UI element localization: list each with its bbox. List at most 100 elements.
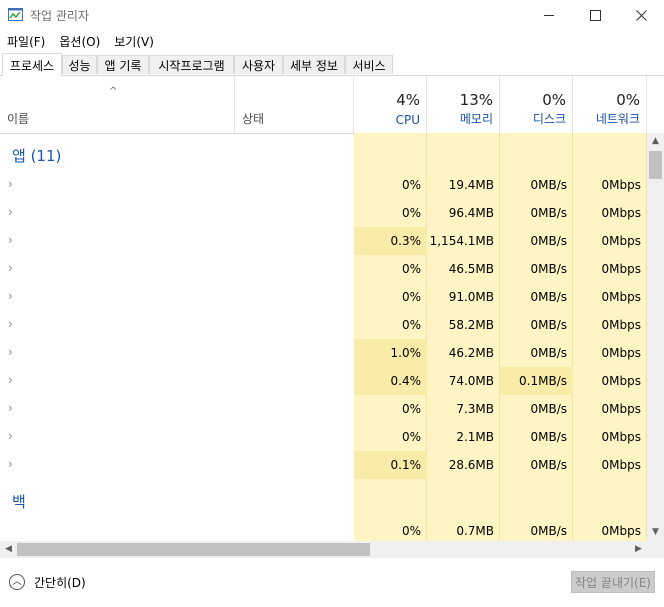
expand-chevron-icon[interactable]: › (8, 401, 13, 415)
cpu-cell: 0.4% (354, 367, 427, 395)
table-row[interactable]: › 0.1% 28.6MB 0MB/s 0Mbps (0, 451, 647, 479)
tab-strip: 프로세스 성능 앱 기록 시작프로그램 사용자 세부 정보 서비스 (0, 53, 664, 76)
network-cell: 0Mbps (601, 318, 641, 332)
scroll-up-icon[interactable]: ▲ (647, 133, 664, 150)
expand-chevron-icon[interactable]: › (8, 345, 13, 359)
tab-users[interactable]: 사용자 (234, 55, 283, 74)
disk-cell: 0.1MB/s (500, 367, 573, 395)
cpu-cell: 0% (401, 290, 421, 304)
disk-cell: 0MB/s (530, 524, 567, 538)
memory-cell: 1,154.1MB (429, 234, 494, 248)
group-header-apps[interactable]: 앱 (11) (0, 133, 647, 171)
memory-cell: 28.6MB (448, 458, 494, 472)
scroll-down-icon[interactable]: ▼ (647, 524, 664, 541)
tab-performance[interactable]: 성능 (62, 55, 97, 74)
expand-chevron-icon[interactable]: › (8, 289, 13, 303)
table-row[interactable]: › 0% 7.3MB 0MB/s 0Mbps (0, 395, 647, 423)
table-row[interactable]: › 0% 96.4MB 0MB/s 0Mbps (0, 199, 647, 227)
disk-cell: 0MB/s (530, 318, 567, 332)
column-cpu-label: CPU (395, 113, 420, 127)
table-row[interactable]: › 0% 19.4MB 0MB/s 0Mbps (0, 171, 647, 199)
network-total-percent: 0% (616, 91, 640, 109)
tab-processes[interactable]: 프로세스 (2, 53, 62, 76)
collapse-chevron-icon[interactable]: ︿ (9, 574, 25, 590)
group-label-apps: 앱 (11) (12, 147, 62, 165)
menu-view[interactable]: 보기(V) (107, 30, 161, 52)
expand-chevron-icon[interactable]: › (8, 317, 13, 331)
disk-cell: 0MB/s (530, 430, 567, 444)
column-disk[interactable]: 0% 디스크 (500, 76, 573, 133)
expand-chevron-icon[interactable]: › (8, 177, 13, 191)
tab-services[interactable]: 서비스 (345, 55, 393, 74)
footer: ︿ 간단히(D) 작업 끝내기(E) (0, 559, 664, 607)
table-row[interactable]: › 0% 46.5MB 0MB/s 0Mbps (0, 255, 647, 283)
cpu-cell: 0.3% (354, 227, 427, 255)
expand-chevron-icon[interactable]: › (8, 429, 13, 443)
table-row[interactable]: › 0% 91.0MB 0MB/s 0Mbps (0, 283, 647, 311)
column-memory[interactable]: 13% 메모리 (427, 76, 500, 133)
memory-cell: 46.5MB (448, 262, 494, 276)
scroll-right-icon[interactable]: ▶ (630, 541, 647, 558)
disk-cell: 0MB/s (530, 290, 567, 304)
disk-cell: 0MB/s (530, 262, 567, 276)
cpu-cell: 0.1% (354, 451, 427, 479)
maximize-icon (589, 9, 601, 21)
disk-cell: 0MB/s (530, 346, 567, 360)
table-row[interactable]: › 0% 58.2MB 0MB/s 0Mbps (0, 311, 647, 339)
column-memory-label: 메모리 (459, 112, 493, 126)
column-network[interactable]: 0% 네트워크 (573, 76, 647, 133)
tab-details[interactable]: 세부 정보 (283, 55, 345, 74)
cpu-total-percent: 4% (396, 91, 420, 109)
vertical-scroll-thumb[interactable] (649, 151, 662, 179)
table-row[interactable]: › 0.3% 1,154.1MB 0MB/s 0Mbps (0, 227, 647, 255)
network-cell: 0Mbps (601, 234, 641, 248)
tab-app-history[interactable]: 앱 기록 (97, 55, 149, 74)
network-cell: 0Mbps (601, 458, 641, 472)
cpu-cell: 0% (401, 430, 421, 444)
table-row[interactable]: › 1.0% 46.2MB 0MB/s 0Mbps (0, 339, 647, 367)
table-row[interactable]: › 0% 2.1MB 0MB/s 0Mbps (0, 423, 647, 451)
minimize-icon (544, 14, 554, 16)
expand-chevron-icon[interactable]: › (8, 457, 13, 471)
column-status[interactable]: 상태 (235, 76, 354, 133)
expand-chevron-icon[interactable]: › (8, 373, 13, 387)
expand-chevron-icon[interactable]: › (8, 205, 13, 219)
horizontal-scrollbar[interactable]: ◀ ▶ (0, 541, 647, 558)
horizontal-scroll-thumb[interactable] (17, 543, 370, 556)
memory-total-percent: 13% (459, 91, 493, 109)
close-button[interactable] (618, 0, 664, 30)
fewer-details-link[interactable]: 간단히(D) (34, 574, 86, 591)
disk-total-percent: 0% (542, 91, 566, 109)
memory-cell: 74.0MB (448, 374, 494, 388)
memory-cell: 58.2MB (448, 318, 494, 332)
column-name-label: 이름 (7, 112, 30, 126)
cpu-cell: 0% (401, 402, 421, 416)
disk-cell: 0MB/s (530, 458, 567, 472)
memory-cell: 0.7MB (456, 524, 494, 538)
network-cell: 0Mbps (601, 290, 641, 304)
close-icon (635, 9, 647, 21)
disk-cell: 0MB/s (530, 234, 567, 248)
column-name[interactable]: ^ 이름 (0, 76, 235, 133)
minimize-button[interactable] (526, 0, 572, 30)
end-task-button[interactable]: 작업 끝내기(E) (571, 571, 655, 593)
disk-cell: 0MB/s (530, 178, 567, 192)
maximize-button[interactable] (572, 0, 618, 30)
scroll-left-icon[interactable]: ◀ (0, 541, 17, 558)
table-row[interactable]: › 0.4% 74.0MB 0.1MB/s 0Mbps (0, 367, 647, 395)
menu-options[interactable]: 옵션(O) (52, 30, 107, 52)
memory-cell: 91.0MB (448, 290, 494, 304)
network-cell: 0Mbps (601, 374, 641, 388)
menu-file[interactable]: 파일(F) (0, 30, 52, 52)
disk-cell: 0MB/s (530, 206, 567, 220)
vertical-scrollbar[interactable]: ▲ ▼ (647, 133, 664, 541)
column-network-label: 네트워크 (595, 112, 640, 126)
task-manager-app-icon (8, 8, 23, 21)
table-row[interactable]: 0% 0.7MB 0MB/s 0Mbps (0, 517, 647, 541)
column-cpu[interactable]: 4% CPU (354, 76, 427, 133)
tab-startup[interactable]: 시작프로그램 (149, 55, 234, 74)
expand-chevron-icon[interactable]: › (8, 261, 13, 275)
group-header-background[interactable]: 백 (0, 479, 647, 517)
expand-chevron-icon[interactable]: › (8, 233, 13, 247)
title-bar[interactable]: 작업 관리자 (0, 0, 664, 30)
